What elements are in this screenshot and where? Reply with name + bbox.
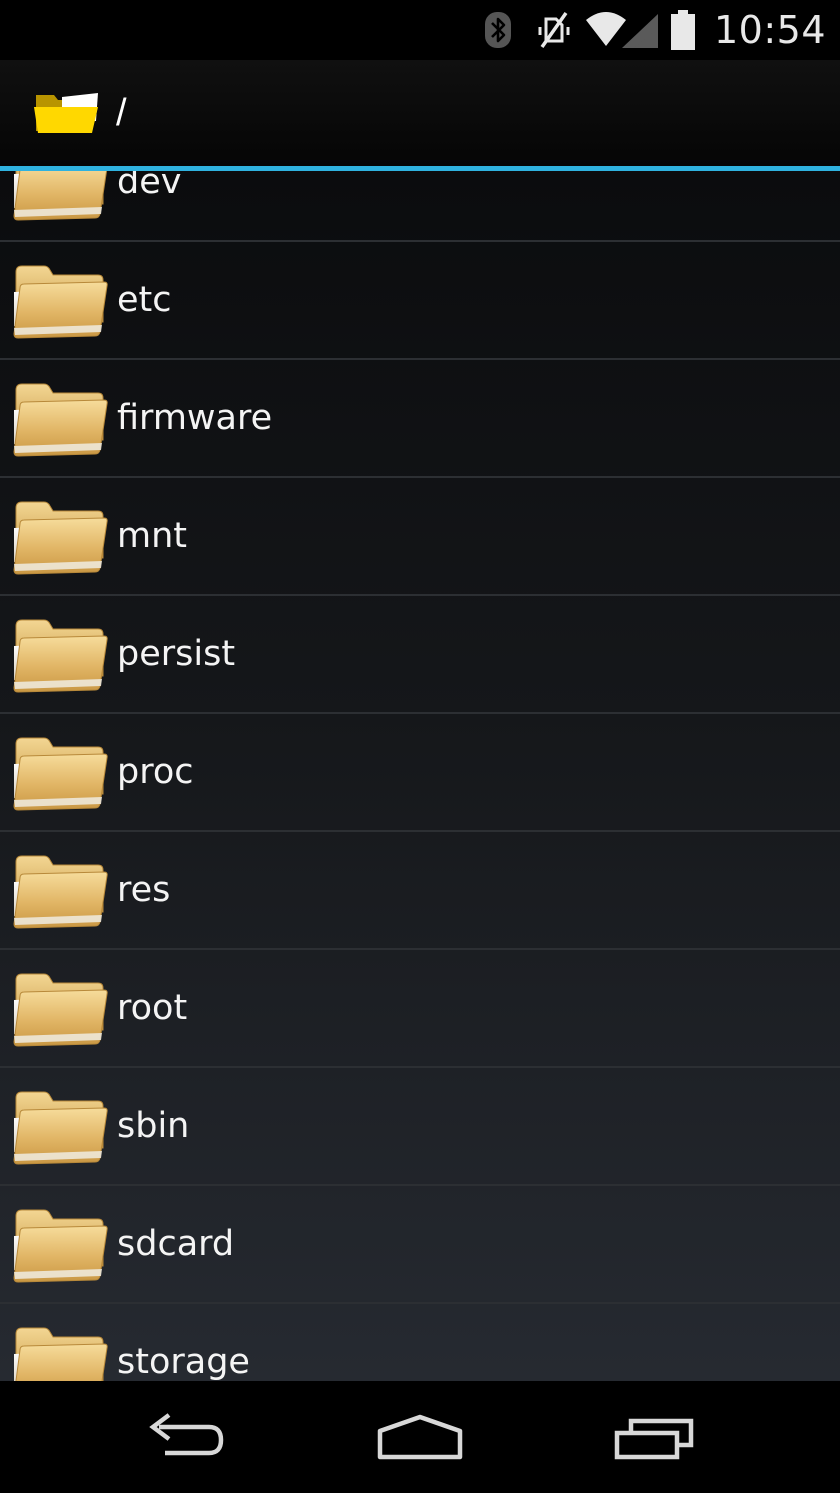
folder-icon (10, 616, 108, 694)
navigation-bar (0, 1381, 840, 1493)
bluetooth-icon (476, 0, 520, 60)
list-item-persist[interactable]: persist (0, 596, 840, 714)
vibrate-mute-icon (526, 0, 582, 60)
action-bar: / (0, 60, 840, 166)
list-item-sdcard[interactable]: sdcard (0, 1186, 840, 1304)
folder-icon (10, 970, 108, 1048)
folder-name: etc (117, 280, 172, 320)
folder-name: proc (117, 752, 194, 792)
open-folder-icon[interactable] (32, 88, 102, 138)
status-bar: 10:54 (0, 0, 840, 60)
folder-icon (10, 734, 108, 812)
folder-icon (10, 498, 108, 576)
list-item-mnt[interactable]: mnt (0, 478, 840, 596)
folder-name: root (117, 988, 188, 1028)
folder-name: firmware (117, 398, 273, 438)
recents-icon[interactable] (600, 1381, 710, 1493)
list-item-firmware[interactable]: firmware (0, 360, 840, 478)
folder-list[interactable]: dev etc firmware mnt persist proc res ro… (0, 171, 840, 1381)
battery-icon (666, 0, 700, 60)
list-item-res[interactable]: res (0, 832, 840, 950)
back-icon[interactable] (130, 1381, 240, 1493)
list-item-dev[interactable]: dev (0, 171, 840, 242)
status-time: 10:54 (713, 8, 826, 52)
list-item-storage[interactable]: storage (0, 1304, 840, 1381)
folder-icon (10, 852, 108, 930)
list-item-root[interactable]: root (0, 950, 840, 1068)
folder-name: res (117, 870, 171, 910)
folder-name: mnt (117, 516, 187, 556)
current-path: / (116, 91, 127, 134)
list-item-proc[interactable]: proc (0, 714, 840, 832)
wifi-icon (584, 0, 660, 60)
folder-icon (10, 1324, 108, 1381)
folder-icon (10, 262, 108, 340)
list-item-etc[interactable]: etc (0, 242, 840, 360)
folder-icon (10, 1088, 108, 1166)
folder-name: persist (117, 634, 236, 674)
folder-icon (10, 1206, 108, 1284)
folder-icon (10, 380, 108, 458)
home-icon[interactable] (365, 1381, 475, 1493)
folder-name: dev (117, 171, 182, 202)
list-item-sbin[interactable]: sbin (0, 1068, 840, 1186)
folder-list-content: dev etc firmware mnt persist proc res ro… (0, 171, 840, 1381)
folder-name: sbin (117, 1106, 190, 1146)
folder-name: storage (117, 1342, 250, 1381)
folder-icon (10, 171, 108, 222)
folder-name: sdcard (117, 1224, 235, 1264)
